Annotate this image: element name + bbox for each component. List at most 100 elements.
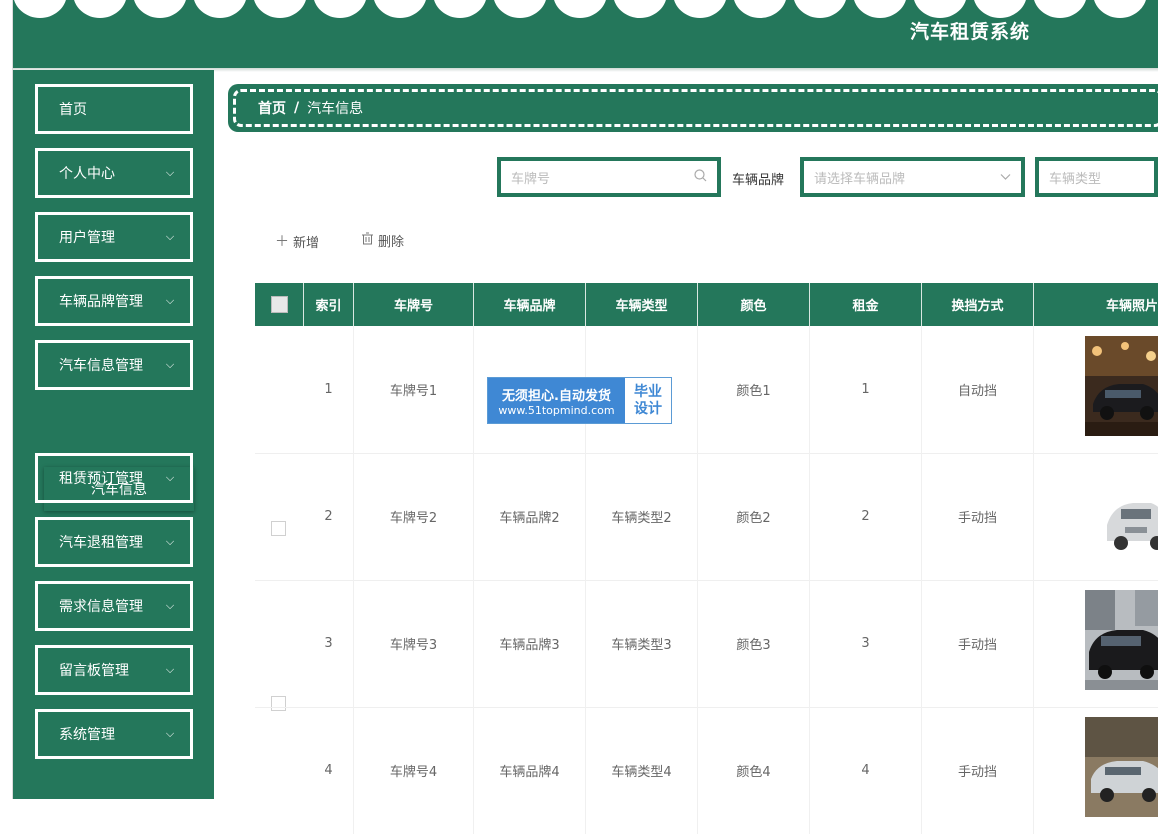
cell-type: 车辆类型4 <box>586 707 698 834</box>
sidebar-item-label: 车辆品牌管理 <box>59 294 143 310</box>
brand-select-box: 请选择车辆品牌 <box>800 157 1025 197</box>
chevron-down-icon: ⌵ <box>165 599 175 612</box>
cell-plate: 车牌号2 <box>354 453 474 580</box>
car-photo[interactable] <box>1085 590 1158 690</box>
car-photo[interactable] <box>1085 717 1158 817</box>
sidebar-item-booking-management[interactable]: 租赁预订管理 ⌵ <box>35 453 193 503</box>
header-scallop <box>493 0 547 18</box>
column-header-rent: 租金 <box>810 283 922 326</box>
cell-color: 颜色3 <box>698 580 810 707</box>
header-scallop <box>673 0 727 18</box>
brand-select-placeholder: 请选择车辆品牌 <box>814 171 906 187</box>
breadcrumb-separator: / <box>294 100 300 116</box>
sidebar-item-label: 汽车信息管理 <box>59 358 143 374</box>
chevron-down-icon <box>1000 170 1011 185</box>
trash-icon <box>361 232 374 249</box>
cell-plate: 车牌号4 <box>354 707 474 834</box>
sidebar-item-message-board[interactable]: 留言板管理 ⌵ <box>35 645 193 695</box>
breadcrumb-home-link[interactable]: 首页 <box>258 98 286 118</box>
cell-index: 1 <box>304 326 354 453</box>
watermark-badge: 毕业 设计 <box>625 378 671 423</box>
chevron-down-icon: ⌵ <box>165 166 175 179</box>
cell-brand: 车辆品牌2 <box>474 453 586 580</box>
header-scallop <box>913 0 967 18</box>
header-scallop <box>973 0 1027 18</box>
sidebar-item-home[interactable]: 首页 <box>35 84 193 134</box>
cell-color: 颜色1 <box>698 326 810 453</box>
header-scallop <box>313 0 367 18</box>
watermark-banner: 无须担心.自动发货 www.51topmind.com 毕业 设计 <box>487 377 672 424</box>
sidebar-item-car-info-management[interactable]: 汽车信息管理 ⌵ <box>35 340 193 390</box>
sidebar-item-personal-center[interactable]: 个人中心 ⌵ <box>35 148 193 198</box>
sidebar-item-label: 留言板管理 <box>59 663 129 679</box>
sidebar-item-return-management[interactable]: 汽车退租管理 ⌵ <box>35 517 193 567</box>
header-scallop <box>733 0 787 18</box>
sidebar-item-demand-management[interactable]: 需求信息管理 ⌵ <box>35 581 193 631</box>
cell-rent: 3 <box>810 580 922 707</box>
sidebar-item-label: 首页 <box>59 102 87 118</box>
chevron-down-icon: ⌵ <box>165 663 175 676</box>
breadcrumb-inner: 首页 / 汽车信息 <box>233 89 1158 127</box>
plate-search-box: 车牌号 <box>497 157 721 197</box>
select-all-cell <box>255 283 304 326</box>
brand-select[interactable]: 请选择车辆品牌 <box>803 160 1022 194</box>
search-icon <box>694 168 707 186</box>
header-scallop <box>1033 0 1087 18</box>
cell-gear: 手动挡 <box>922 453 1034 580</box>
sidebar-item-system-management[interactable]: 系统管理 ⌵ <box>35 709 193 759</box>
sidebar-item-user-management[interactable]: 用户管理 ⌵ <box>35 212 193 262</box>
car-photo[interactable] <box>1085 467 1158 567</box>
sidebar-item-brand-management[interactable]: 车辆品牌管理 ⌵ <box>35 276 193 326</box>
type-search-placeholder: 车辆类型 <box>1049 171 1102 187</box>
type-search-box: 车辆类型 <box>1035 157 1158 197</box>
sidebar-item-label: 系统管理 <box>59 727 115 743</box>
cell-type: 车辆类型2 <box>586 453 698 580</box>
window-edge <box>0 0 13 799</box>
header-scallop <box>253 0 307 18</box>
brand-filter-label: 车辆品牌 <box>732 173 785 188</box>
cell-rent: 2 <box>810 453 922 580</box>
cell-brand: 车辆品牌3 <box>474 580 586 707</box>
cell-plate: 车牌号3 <box>354 580 474 707</box>
column-header-plate: 车牌号 <box>354 283 474 326</box>
car-photo[interactable] <box>1085 336 1158 436</box>
chevron-down-icon: ⌵ <box>165 358 175 371</box>
header-scallop <box>793 0 847 18</box>
column-header-gear: 换挡方式 <box>922 283 1034 326</box>
row-checkbox[interactable] <box>271 521 286 536</box>
plate-search-input[interactable]: 车牌号 <box>500 160 718 194</box>
header-scallop <box>553 0 607 18</box>
header-scallop <box>133 0 187 18</box>
sidebar-item-label: 需求信息管理 <box>59 599 143 615</box>
sidebar-item-label: 租赁预订管理 <box>59 471 143 487</box>
type-search-input[interactable]: 车辆类型 <box>1038 160 1155 194</box>
header-scallop <box>13 0 67 18</box>
plate-search-placeholder: 车牌号 <box>511 171 551 187</box>
header-scallop <box>433 0 487 18</box>
delete-button-label: 删除 <box>378 235 405 250</box>
watermark-url: www.51topmind.com <box>498 403 615 417</box>
add-button[interactable]: ＋ 新增 <box>275 231 319 251</box>
header-scallop <box>1093 0 1147 18</box>
header-scallop <box>73 0 127 18</box>
add-button-label: 新增 <box>293 235 320 251</box>
column-header-type: 车辆类型 <box>586 283 698 326</box>
breadcrumb: 首页 / 汽车信息 <box>228 84 1158 132</box>
cell-color: 颜色2 <box>698 453 810 580</box>
cell-brand: 车辆品牌4 <box>474 707 586 834</box>
cell-index: 4 <box>304 707 354 834</box>
sidebar-item-label: 用户管理 <box>59 230 115 246</box>
table-row: 3 车牌号3 车辆品牌3 车辆类型3 颜色3 3 手动挡 <box>255 580 1158 711</box>
sidebar-item-label: 个人中心 <box>59 166 115 182</box>
cell-index: 3 <box>304 580 354 707</box>
cell-type: 车辆类型3 <box>586 580 698 707</box>
chevron-down-icon: ⌵ <box>165 230 175 243</box>
select-all-checkbox[interactable] <box>270 296 288 313</box>
chevron-down-icon: ⌵ <box>165 535 175 548</box>
column-header-color: 颜色 <box>698 283 810 326</box>
cell-plate: 车牌号1 <box>354 326 474 453</box>
delete-button[interactable]: 删除 <box>361 231 404 250</box>
cell-gear: 手动挡 <box>922 707 1034 834</box>
watermark-badge-line2: 设计 <box>634 400 662 417</box>
cell-color: 颜色4 <box>698 707 810 834</box>
